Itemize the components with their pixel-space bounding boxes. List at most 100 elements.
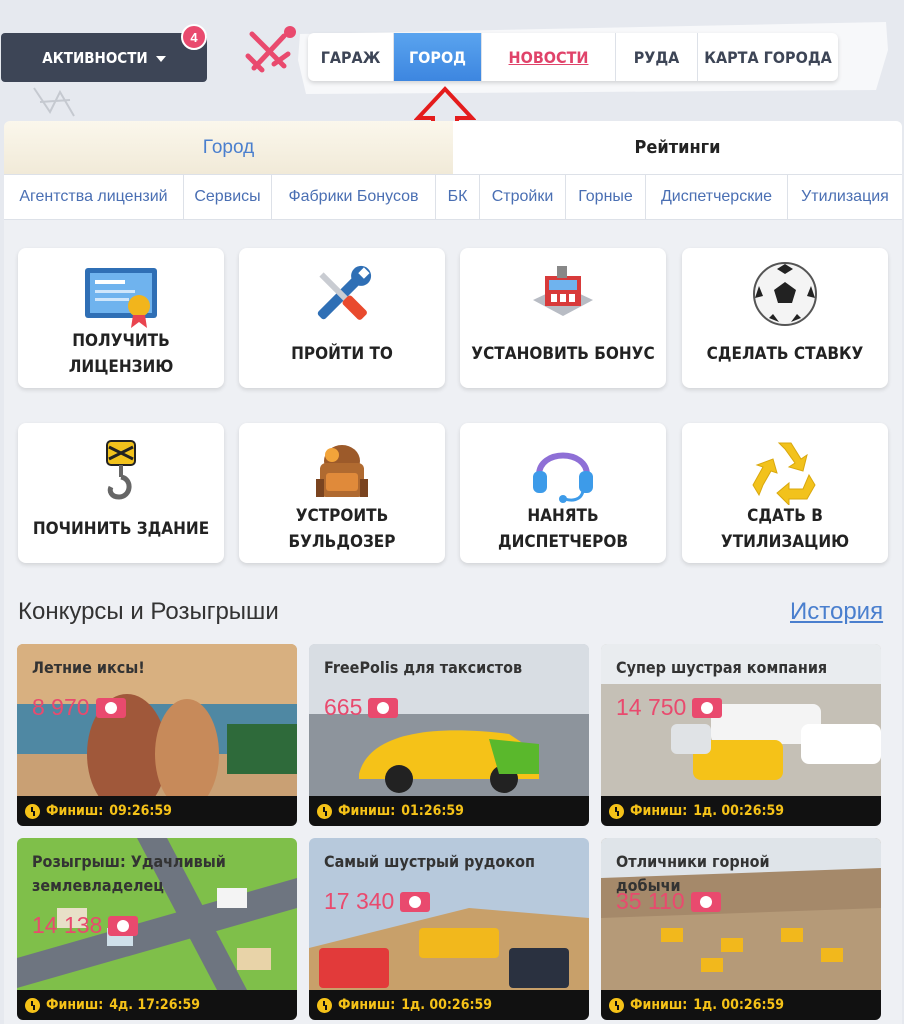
finish-time: 1д. 00:26:59 xyxy=(693,997,785,1013)
action-label: ПОЧИНИТЬ ЗДАНИЕ xyxy=(32,519,210,539)
finish-time: 1д. 00:26:59 xyxy=(693,803,785,819)
action-label: СДЕЛАТЬ СТАВКУ xyxy=(706,344,864,364)
contest-prize: 35 110 xyxy=(616,888,721,915)
contest-card[interactable]: Летние иксы! 8 970 Финиш: 09:26:59 xyxy=(17,644,297,826)
contest-finish: Финиш: 4д. 17:26:59 xyxy=(17,990,297,1020)
contest-card[interactable]: Розыгрыш: Удачливый землевладелец 14 138… xyxy=(17,838,297,1020)
clock-icon xyxy=(25,997,40,1013)
subnav-services[interactable]: Сервисы xyxy=(184,175,272,219)
backpack-icon xyxy=(316,445,368,497)
soccer-ball-icon xyxy=(753,262,817,326)
action-get-license[interactable]: ПОЛУЧИТЬ ЛИЦЕНЗИЮ xyxy=(18,248,224,388)
contest-title: Розыгрыш: Удачливый землевладелец xyxy=(32,852,226,895)
tab-ratings[interactable]: Рейтинги xyxy=(453,121,902,174)
contest-finish: Финиш: 1д. 00:26:59 xyxy=(309,990,589,1020)
cash-icon xyxy=(368,697,399,718)
action-repair-building[interactable]: ПОЧИНИТЬ ЗДАНИЕ xyxy=(18,423,224,563)
sub-nav: Агентства лицензий Сервисы Фабрики Бонус… xyxy=(4,174,902,220)
crane-hook-icon xyxy=(106,440,136,500)
contest-card[interactable]: FreePolis для таксистов 665 Финиш: 01:26:… xyxy=(309,644,589,826)
contest-finish: Финиш: 1д. 00:26:59 xyxy=(601,990,881,1020)
nav-news[interactable]: НОВОСТИ xyxy=(482,33,616,81)
nav-city[interactable]: ГОРОД xyxy=(394,33,482,81)
caret-down-icon xyxy=(155,55,166,62)
contest-prize: 17 340 xyxy=(324,888,431,915)
prize-value: 14 750 xyxy=(616,694,687,720)
history-link[interactable]: История xyxy=(790,598,883,626)
main-nav: ГАРАЖ ГОРОД НОВОСТИ РУДА КАРТА ГОРОДА xyxy=(296,20,892,96)
prize-value: 665 xyxy=(324,694,363,720)
tab-city[interactable]: Город xyxy=(4,121,453,174)
contest-finish: Финиш: 01:26:59 xyxy=(309,796,589,826)
headset-icon xyxy=(533,452,593,503)
subnav-mining[interactable]: Горные xyxy=(566,175,646,219)
action-label: УСТАНОВИТЬ БОНУС xyxy=(471,344,655,364)
finish-time: 09:26:59 xyxy=(109,803,172,819)
finish-label: Финиш: xyxy=(338,803,396,819)
clock-icon xyxy=(317,997,332,1013)
contest-card[interactable]: Отличники горной добычи 35 110 Финиш: 1д.… xyxy=(601,838,881,1020)
license-certificate-icon xyxy=(85,268,157,328)
contest-card[interactable]: Самый шустрый рудокоп 17 340 Финиш: 1д. 0… xyxy=(309,838,589,1020)
action-hire-dispatchers[interactable]: НАНЯТЬ ДИСПЕТЧЕРОВ xyxy=(460,423,666,563)
prize-value: 17 340 xyxy=(324,888,395,914)
action-label: ПРОЙТИ ТО xyxy=(291,344,393,364)
subnav-recycling[interactable]: Утилизация xyxy=(788,175,902,219)
prize-value: 14 138 xyxy=(32,912,103,938)
clock-icon xyxy=(609,997,624,1013)
action-place-bet[interactable]: СДЕЛАТЬ СТАВКУ xyxy=(682,248,888,388)
clock-icon xyxy=(25,803,40,819)
nav-garage[interactable]: ГАРАЖ xyxy=(308,33,394,81)
subnav-bk[interactable]: БК xyxy=(436,175,480,219)
finish-time: 01:26:59 xyxy=(401,803,464,819)
action-label: УСТРОИТЬ БУЛЬДОЗЕР xyxy=(288,506,396,552)
cash-icon xyxy=(400,891,431,912)
contest-prize: 8 970 xyxy=(32,694,126,721)
activities-button[interactable]: АКТИВНОСТИ xyxy=(1,33,207,82)
cash-icon xyxy=(95,697,126,718)
action-set-bonus[interactable]: УСТАНОВИТЬ БОНУС xyxy=(460,248,666,388)
scribble-decoration xyxy=(33,87,75,117)
contest-title: Супер шустрая компания xyxy=(616,658,828,677)
finish-label: Финиш: xyxy=(338,997,396,1013)
recycle-icon xyxy=(752,442,816,505)
action-recycle[interactable]: СДАТЬ В УТИЛИЗАЦИЮ xyxy=(682,423,888,563)
cash-icon xyxy=(690,891,721,912)
subnav-bonus-factories[interactable]: Фабрики Бонусов xyxy=(272,175,436,219)
finish-label: Финиш: xyxy=(46,997,104,1013)
activities-badge: 4 xyxy=(181,24,207,50)
finish-time: 4д. 17:26:59 xyxy=(109,997,201,1013)
subnav-license-agencies[interactable]: Агентства лицензий xyxy=(4,175,184,219)
finish-label: Финиш: xyxy=(46,803,104,819)
factory-building-icon xyxy=(533,266,593,316)
contest-finish: Финиш: 09:26:59 xyxy=(17,796,297,826)
wrench-screwdriver-icon xyxy=(317,265,372,320)
contest-finish: Финиш: 1д. 00:26:59 xyxy=(601,796,881,826)
action-hire-bulldozer[interactable]: УСТРОИТЬ БУЛЬДОЗЕР xyxy=(239,423,445,563)
action-label: НАНЯТЬ ДИСПЕТЧЕРОВ xyxy=(498,506,628,552)
prize-value: 35 110 xyxy=(616,888,685,914)
contests-title: Конкурсы и Розыгрыши xyxy=(18,598,279,625)
cash-icon xyxy=(692,697,723,718)
panel-tabs: Город Рейтинги xyxy=(4,121,902,174)
action-pass-inspection[interactable]: ПРОЙТИ ТО xyxy=(239,248,445,388)
subnav-dispatch[interactable]: Диспетчерские xyxy=(646,175,788,219)
finish-time: 1д. 00:26:59 xyxy=(401,997,493,1013)
clock-icon xyxy=(609,803,624,819)
activities-label: АКТИВНОСТИ xyxy=(42,48,148,67)
contest-title: Самый шустрый рудокоп xyxy=(324,852,535,871)
contest-prize: 665 xyxy=(324,694,399,721)
nav-city-map[interactable]: КАРТА ГОРОДА xyxy=(698,33,838,81)
action-label: ПОЛУЧИТЬ ЛИЦЕНЗИЮ xyxy=(68,331,174,377)
subnav-construction[interactable]: Стройки xyxy=(480,175,566,219)
prize-value: 8 970 xyxy=(32,694,90,720)
finish-label: Финиш: xyxy=(630,997,688,1013)
clock-icon xyxy=(317,803,332,819)
action-label: СДАТЬ В УТИЛИЗАЦИЮ xyxy=(720,506,850,552)
finish-label: Финиш: xyxy=(630,803,688,819)
cash-icon xyxy=(108,915,139,936)
nav-ore[interactable]: РУДА xyxy=(616,33,698,81)
contest-card[interactable]: Супер шустрая компания 14 750 Финиш: 1д. … xyxy=(601,644,881,826)
contest-prize: 14 750 xyxy=(616,694,723,721)
contest-title: Летние иксы! xyxy=(32,658,145,677)
